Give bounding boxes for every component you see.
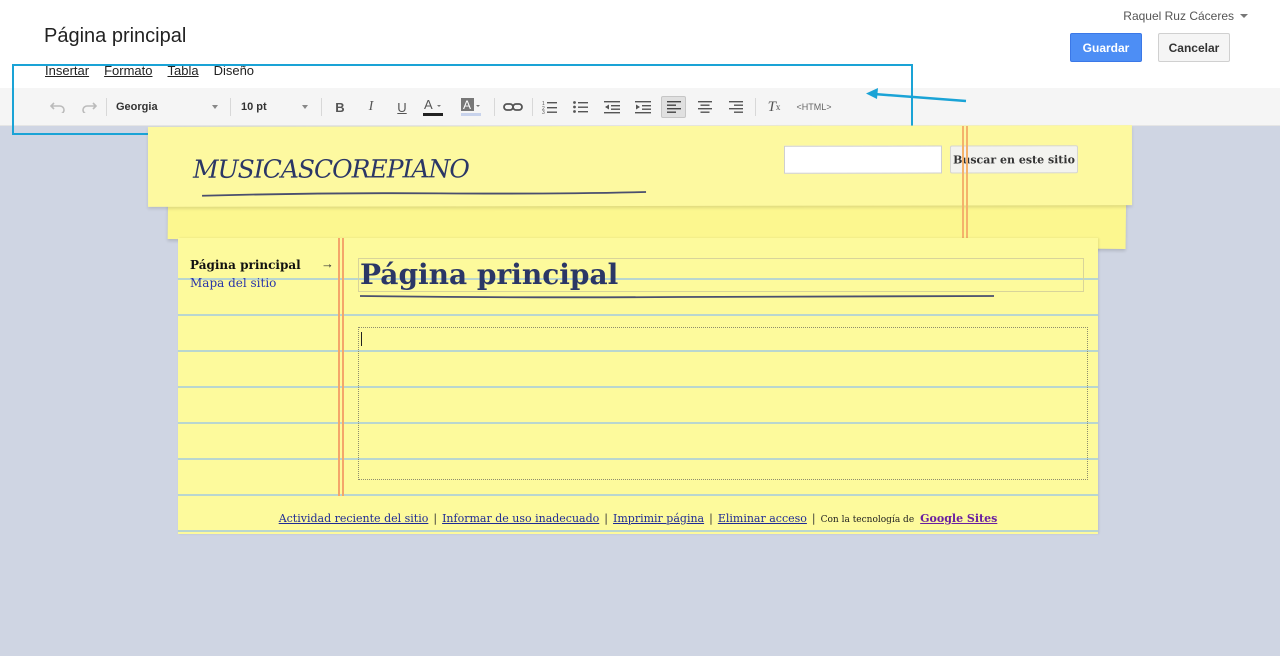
site-search-input[interactable] (783, 145, 943, 174)
site-footer: Actividad reciente del sitio | Informar de… (178, 512, 1098, 525)
page-title-underline-decoration (359, 295, 995, 299)
paper-margin-line (338, 238, 344, 496)
site-preview: MUSICASCOREPIANO Buscar en este sitio Pá… (140, 125, 1140, 534)
format-toolbar: Georgia 10 pt B I U A A 123 Tx <HTML> (0, 88, 1280, 126)
toolbar-divider (106, 98, 107, 116)
editor-menubar: Insertar Formato Tabla Diseño (45, 63, 254, 78)
increase-indent-icon[interactable] (633, 96, 653, 118)
decrease-indent-icon[interactable] (602, 96, 622, 118)
title-underline-decoration (202, 191, 647, 197)
svg-text:A: A (424, 97, 433, 112)
menu-design[interactable]: Diseño (214, 63, 254, 78)
svg-text:A: A (463, 98, 471, 112)
bold-icon[interactable]: B (331, 96, 349, 118)
editor-header: Página principal Raquel Ruz Cáceres Guar… (0, 0, 1280, 88)
text-color-icon[interactable]: A (421, 96, 447, 118)
toolbar-divider (532, 98, 533, 116)
footer-link-print[interactable]: Imprimir página (613, 512, 704, 525)
svg-text:3: 3 (542, 110, 545, 114)
footer-link-report-abuse[interactable]: Informar de uso inadecuado (442, 512, 599, 525)
footer-powered-by: Con la tecnología de (820, 515, 915, 525)
cancel-button[interactable]: Cancelar (1158, 33, 1230, 62)
site-search-button[interactable]: Buscar en este sitio (949, 145, 1079, 174)
footer-link-recent-activity[interactable]: Actividad reciente del sitio (279, 512, 429, 525)
footer-link-remove-access[interactable]: Eliminar acceso (718, 512, 807, 525)
toolbar-divider (494, 98, 495, 116)
toolbar-divider (755, 98, 756, 116)
save-button[interactable]: Guardar (1070, 33, 1142, 62)
link-icon[interactable] (502, 96, 524, 118)
site-title[interactable]: MUSICASCOREPIANO (193, 154, 469, 183)
user-account-menu[interactable]: Raquel Ruz Cáceres (1123, 9, 1248, 23)
content-editor-area[interactable] (358, 327, 1088, 480)
chevron-down-icon (212, 105, 218, 109)
font-family-select[interactable]: Georgia (116, 96, 222, 118)
html-edit-button[interactable]: <HTML> (794, 96, 834, 118)
chevron-down-icon (302, 105, 308, 109)
menu-format[interactable]: Formato (104, 63, 152, 78)
menu-insert[interactable]: Insertar (45, 63, 89, 78)
footer-separator: | (433, 512, 438, 525)
underline-icon[interactable]: U (393, 96, 411, 118)
redo-icon[interactable] (79, 96, 99, 118)
sidebar-nav: Página principal Mapa del sitio (190, 258, 301, 290)
clear-formatting-icon[interactable]: Tx (764, 96, 784, 118)
toolbar-divider (230, 98, 231, 116)
font-size-select[interactable]: 10 pt (241, 96, 312, 118)
chevron-down-icon (1240, 14, 1248, 18)
header-margin-line (962, 126, 968, 238)
align-center-icon[interactable] (695, 96, 715, 118)
highlight-color-icon[interactable]: A (459, 96, 485, 118)
font-size-value: 10 pt (241, 101, 267, 113)
align-left-icon[interactable] (661, 96, 686, 118)
editor-page-title: Página principal (44, 25, 187, 47)
footer-separator: | (811, 512, 816, 525)
bulleted-list-icon[interactable] (571, 96, 591, 118)
site-header: MUSICASCOREPIANO Buscar en este sitio (147, 125, 1133, 207)
font-family-value: Georgia (116, 101, 158, 113)
footer-separator: | (604, 512, 608, 525)
footer-separator: | (709, 512, 713, 525)
align-right-icon[interactable] (726, 96, 746, 118)
nav-edit-arrow-icon[interactable]: → (321, 256, 334, 271)
page-title[interactable]: Página principal (360, 258, 618, 291)
toolbar-divider (321, 98, 322, 116)
menu-table[interactable]: Tabla (167, 63, 198, 78)
italic-icon[interactable]: I (362, 96, 380, 118)
user-name: Raquel Ruz Cáceres (1123, 9, 1234, 23)
footer-google-sites-link[interactable]: Google Sites (920, 512, 997, 525)
undo-icon[interactable] (48, 96, 68, 118)
sidebar-item-sitemap[interactable]: Mapa del sitio (190, 276, 301, 290)
sidebar-item-home[interactable]: Página principal (190, 258, 301, 272)
text-cursor (361, 332, 362, 346)
page-body: Página principal Mapa del sitio → Página… (178, 238, 1098, 534)
numbered-list-icon[interactable]: 123 (540, 96, 560, 118)
